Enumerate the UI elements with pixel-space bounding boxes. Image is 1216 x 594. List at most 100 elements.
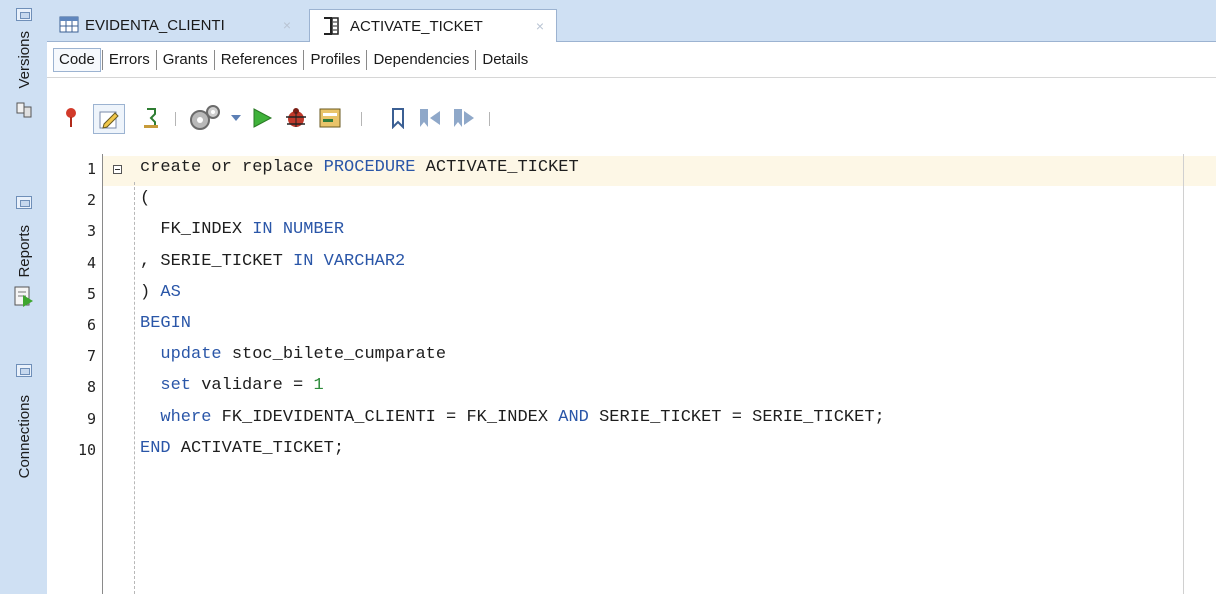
code-token: stoc_bilete_cumparate	[221, 345, 447, 365]
separator	[489, 112, 490, 126]
gutter-divider	[102, 154, 103, 594]
separator	[361, 112, 362, 126]
code-token: validare =	[191, 376, 314, 396]
debug-icon[interactable]	[283, 104, 309, 132]
tab-errors[interactable]: Errors	[104, 49, 155, 71]
connections-tab[interactable]: Connections	[4, 364, 44, 478]
run-icon[interactable]	[249, 104, 275, 132]
toolbar	[47, 78, 1216, 154]
edit-icon[interactable]	[93, 104, 125, 134]
code-token: ACTIVATE_TICKET;	[170, 438, 345, 458]
code-token: , SERIE_TICKET	[140, 251, 294, 271]
separator	[155, 49, 157, 70]
line-number: 9	[86, 409, 96, 428]
line-number: 10	[77, 440, 96, 459]
table-icon	[59, 16, 79, 33]
separator	[213, 49, 215, 70]
keyword-token: PROCEDURE	[323, 158, 416, 177]
keyword-token: AND	[558, 407, 589, 427]
tab-label: EVIDENTA_CLIENTI	[85, 16, 225, 34]
prev-bookmark-icon[interactable]	[417, 104, 443, 132]
line-number: 1	[86, 160, 96, 178]
restore-window-icon[interactable]	[16, 364, 32, 377]
restore-window-icon[interactable]	[16, 8, 32, 21]
tab-evidenta-clienti[interactable]: EVIDENTA_CLIENTI ×	[53, 10, 303, 40]
side-panel: Versions Reports Connections	[0, 0, 48, 594]
code-line[interactable]: update stoc_bilete_cumparate	[140, 345, 446, 364]
separator	[101, 49, 103, 70]
code-line[interactable]: ) AS	[140, 283, 181, 302]
code-token: ACTIVATE_TICKET	[415, 158, 579, 177]
code-line[interactable]: where FK_IDEVIDENTA_CLIENTI = FK_INDEX A…	[140, 407, 885, 427]
reports-tab[interactable]: Reports	[4, 196, 44, 308]
code-line[interactable]: (	[140, 189, 150, 208]
line-number: 7	[86, 347, 96, 366]
line-number: 6	[86, 316, 96, 334]
keyword-token: update	[160, 345, 222, 365]
next-bookmark-icon[interactable]	[451, 104, 477, 132]
tab-details[interactable]: Details	[477, 49, 533, 71]
restore-window-icon[interactable]	[16, 196, 32, 209]
code-line[interactable]: BEGIN	[140, 314, 191, 333]
code-line[interactable]: END ACTIVATE_TICKET;	[140, 439, 344, 458]
versions-icon	[16, 102, 32, 118]
fold-toggle-icon[interactable]	[113, 165, 122, 174]
keyword-token: VARCHAR2	[323, 251, 406, 271]
right-margin-line	[1183, 154, 1184, 594]
code-line[interactable]: , SERIE_TICKET IN VARCHAR2	[140, 252, 405, 271]
sub-tab-bar: Code Errors Grants References Profiles D…	[47, 42, 1216, 78]
reports-label: Reports	[15, 225, 33, 278]
code-token: FK_INDEX	[140, 220, 253, 240]
settings-icon[interactable]	[187, 104, 223, 132]
tab-references[interactable]: References	[216, 49, 303, 71]
tab-activate-ticket[interactable]: ACTIVATE_TICKET ×	[309, 9, 557, 42]
code-line[interactable]: FK_INDEX IN NUMBER	[140, 220, 344, 239]
keyword-token: END	[140, 438, 171, 458]
compile-icon[interactable]	[139, 104, 163, 132]
versions-label: Versions	[15, 31, 33, 89]
connections-label: Connections	[15, 395, 33, 479]
code-editor[interactable]: 1 create or replace PROCEDURE ACTIVATE_TI…	[47, 154, 1216, 594]
keyword-token: set	[160, 376, 192, 396]
code-token: )	[140, 282, 161, 302]
line-number: 3	[86, 222, 96, 241]
close-icon[interactable]: ×	[283, 17, 291, 33]
line-number: 5	[86, 284, 96, 303]
line-number: 4	[86, 253, 96, 272]
keyword-token: IN	[252, 220, 273, 240]
profile-icon[interactable]	[317, 104, 345, 132]
keyword-token: where	[160, 407, 212, 427]
tab-dependencies[interactable]: Dependencies	[368, 49, 474, 71]
close-icon[interactable]: ×	[536, 18, 544, 34]
tab-grants[interactable]: Grants	[158, 49, 213, 71]
separator	[366, 49, 368, 70]
procedure-icon	[324, 17, 339, 35]
tab-profiles[interactable]: Profiles	[305, 49, 365, 71]
code-line[interactable]: set validare = 1	[140, 376, 323, 396]
versions-tab[interactable]: Versions	[4, 8, 44, 119]
line-number: 8	[86, 378, 96, 397]
line-number: 2	[86, 191, 96, 210]
reports-icon	[14, 286, 33, 307]
pin-icon[interactable]	[61, 104, 81, 132]
code-token: FK_IDEVIDENTA_CLIENTI = FK_INDEX	[211, 407, 559, 427]
separator	[475, 49, 477, 70]
editor-tab-bar: EVIDENTA_CLIENTI × ACTIVATE_TICKET ×	[47, 0, 1216, 42]
code-token: create or replace	[140, 158, 324, 177]
bookmark-icon[interactable]	[387, 104, 409, 132]
keyword-token: AS	[160, 282, 181, 302]
separator	[175, 112, 176, 126]
code-token: (	[140, 189, 151, 209]
code-line[interactable]: create or replace PROCEDURE ACTIVATE_TIC…	[140, 158, 579, 177]
code-token: SERIE_TICKET = SERIE_TICKET;	[588, 407, 885, 427]
fold-guide	[134, 182, 135, 594]
keyword-token: NUMBER	[282, 220, 345, 240]
dropdown-icon[interactable]	[229, 104, 243, 132]
keyword-token: IN	[293, 251, 314, 271]
tab-code[interactable]: Code	[53, 47, 101, 72]
